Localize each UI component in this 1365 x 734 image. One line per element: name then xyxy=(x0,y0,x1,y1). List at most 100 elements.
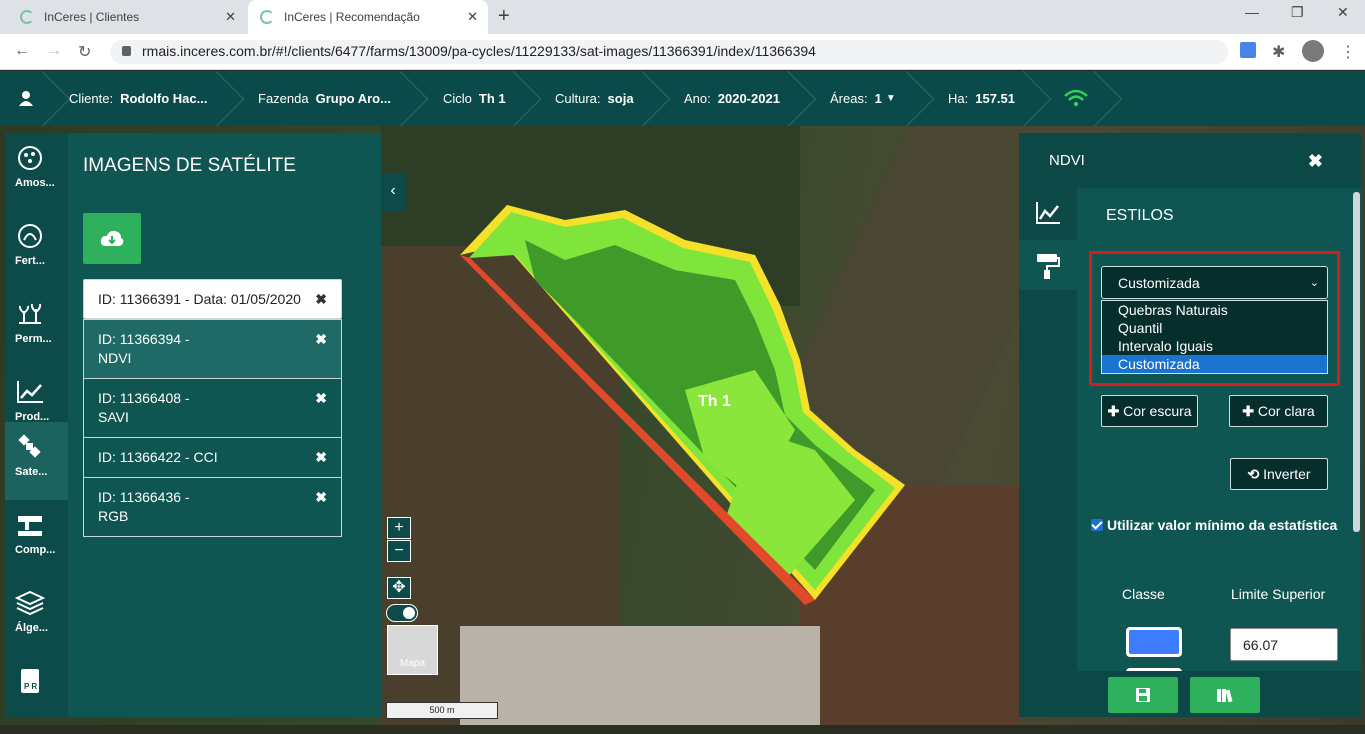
section-title: ESTILOS xyxy=(1106,207,1174,224)
image-row-label: ID: 11366408 - xyxy=(98,390,190,406)
option-quantil[interactable]: Quantil xyxy=(1102,319,1327,337)
option-customizada[interactable]: Customizada xyxy=(1102,355,1327,373)
fertility-icon xyxy=(18,224,42,248)
image-row-header[interactable]: ID: 11366391 - Data: 01/05/2020 ✖ xyxy=(83,279,342,319)
plants-icon xyxy=(18,303,42,324)
profile-avatar[interactable] xyxy=(1302,40,1324,62)
browser-menu-icon[interactable]: ⋮ xyxy=(1340,42,1356,62)
field-label: Th 1 xyxy=(698,393,731,410)
remove-icon[interactable]: ✖ xyxy=(315,389,327,408)
swatch-fill xyxy=(1129,630,1179,654)
map-scale-bar: 500 m xyxy=(386,702,498,719)
rail-item-amostragem[interactable]: Amos... xyxy=(5,133,68,211)
tab-statistics[interactable] xyxy=(1019,188,1077,238)
image-row-type: NDVI xyxy=(98,350,132,366)
invert-button[interactable]: ⟲ Inverter xyxy=(1230,458,1328,490)
image-row-cci[interactable]: ID: 11366422 - CCI ✖ xyxy=(83,437,342,478)
class-color-swatch[interactable] xyxy=(1126,627,1182,657)
panel-scrollbar[interactable] xyxy=(1353,192,1360,532)
library-button[interactable] xyxy=(1190,677,1260,713)
zoom-in-button[interactable]: + xyxy=(387,517,411,539)
save-floppy-icon xyxy=(1136,688,1150,702)
select-value: Customizada xyxy=(1118,275,1200,291)
reload-icon[interactable]: ↻ xyxy=(78,42,91,62)
rail-label: Comp... xyxy=(15,544,56,556)
ha-label: Ha: xyxy=(948,91,969,106)
remove-icon[interactable]: ✖ xyxy=(315,488,327,507)
rail-label: Fert... xyxy=(15,255,45,267)
module-rail: Amos... Fert... Perm... Prod... Sate... … xyxy=(5,133,68,717)
rail-item-pr[interactable]: P R xyxy=(5,656,68,734)
panel-header: NDVI ✖ xyxy=(1019,133,1361,188)
image-row-type: SAVI xyxy=(98,409,129,425)
panel-side-tabs xyxy=(1019,188,1077,678)
ano-label: Ano: xyxy=(684,91,711,106)
satellite-images-panel: IMAGENS DE SATÉLITE ID: 11366391 - Data:… xyxy=(68,133,381,717)
option-intervalo-iguais[interactable]: Intervalo Iguais xyxy=(1102,337,1327,355)
rail-item-permanentes[interactable]: Perm... xyxy=(5,289,68,367)
breadcrumb-separator xyxy=(13,70,71,128)
image-row-rgb[interactable]: ID: 11366436 - RGB ✖ xyxy=(83,477,342,537)
remove-icon[interactable]: ✖ xyxy=(315,290,327,309)
layer-toggle[interactable] xyxy=(386,604,418,622)
button-label: Inverter xyxy=(1263,466,1311,482)
remove-icon[interactable]: ✖ xyxy=(315,448,327,467)
breadcrumb-separator xyxy=(1065,70,1123,128)
save-button[interactable] xyxy=(1108,677,1178,713)
rail-item-satelite[interactable]: Sate... xyxy=(5,422,68,500)
option-quebras-naturais[interactable]: Quebras Naturais xyxy=(1102,301,1327,319)
translate-extension-icon[interactable] xyxy=(1240,42,1256,58)
panel-title: NDVI xyxy=(1049,152,1085,169)
rail-item-compactacao[interactable]: Comp... xyxy=(5,500,68,578)
basemap-switcher[interactable]: Mapa xyxy=(387,625,438,675)
paint-roller-icon xyxy=(1037,254,1060,279)
close-tab-icon[interactable]: ✕ xyxy=(467,9,478,25)
style-method-select[interactable]: Customizada ⌄ xyxy=(1101,266,1328,299)
chevron-down-icon: ⌄ xyxy=(1309,277,1319,289)
browser-tab-recomendacao[interactable]: InCeres | Recomendação ✕ xyxy=(248,0,488,34)
rail-item-algebra[interactable]: Álge... xyxy=(5,578,68,656)
close-window-button[interactable]: ✕ xyxy=(1337,4,1349,21)
button-label: Cor clara xyxy=(1257,403,1315,419)
fazenda-label: Fazenda xyxy=(258,91,309,106)
ndvi-field-overlay[interactable] xyxy=(455,200,915,610)
browser-tab-clientes[interactable]: InCeres | Clientes ✕ xyxy=(8,0,246,34)
checkbox-checked-icon[interactable] xyxy=(1091,519,1103,531)
books-icon xyxy=(1217,689,1233,703)
image-row-ndvi[interactable]: ID: 11366394 - NDVI ✖ xyxy=(83,319,342,379)
upper-limit-input[interactable]: 66.07 xyxy=(1230,628,1338,661)
restore-window-button[interactable]: ❐ xyxy=(1291,4,1304,21)
tab-styles[interactable] xyxy=(1019,240,1077,290)
back-icon[interactable]: ← xyxy=(14,42,30,60)
image-row-label: ID: 11366391 - Data: 01/05/2020 xyxy=(98,291,301,307)
line-chart-icon xyxy=(1036,202,1060,224)
pr-icon: P R xyxy=(21,669,39,693)
satellite-icon xyxy=(18,434,41,458)
min-value-checkbox[interactable]: Utilizar valor mínimo da estatística xyxy=(1091,515,1341,535)
collapse-panel-button[interactable]: ‹ xyxy=(381,173,405,211)
style-method-options: Quebras Naturais Quantil Intervalo Iguai… xyxy=(1101,300,1328,374)
forward-icon[interactable]: → xyxy=(46,42,62,60)
zoom-out-button[interactable]: − xyxy=(387,540,411,562)
map-light-field xyxy=(460,626,820,725)
browser-tab-strip: InCeres | Clientes ✕ InCeres | Recomenda… xyxy=(0,0,1365,34)
checkbox-label: Utilizar valor mínimo da estatística xyxy=(1107,517,1338,533)
extensions-icon[interactable]: ✱ xyxy=(1272,42,1285,62)
compaction-icon xyxy=(18,516,42,536)
pan-move-icon[interactable]: ✥ xyxy=(387,577,411,599)
column-header-classe: Classe xyxy=(1122,586,1165,602)
address-bar[interactable]: rmais.inceres.com.br/#!/clients/6477/far… xyxy=(110,40,1228,64)
image-row-label: ID: 11366422 - CCI xyxy=(98,449,218,465)
remove-icon[interactable]: ✖ xyxy=(315,330,327,349)
rail-label: Amos... xyxy=(15,177,55,189)
close-icon[interactable]: ✖ xyxy=(1308,151,1323,172)
light-color-button[interactable]: ✚ Cor clara xyxy=(1229,395,1328,427)
rail-item-fertilidade[interactable]: Fert... xyxy=(5,211,68,289)
image-row-savi[interactable]: ID: 11366408 - SAVI ✖ xyxy=(83,378,342,438)
minimize-window-button[interactable]: — xyxy=(1245,4,1259,20)
download-image-button[interactable] xyxy=(83,213,141,264)
dark-color-button[interactable]: ✚ Cor escura xyxy=(1101,395,1198,427)
url-text: rmais.inceres.com.br/#!/clients/6477/far… xyxy=(142,43,816,59)
new-tab-button[interactable]: + xyxy=(498,5,510,28)
close-tab-icon[interactable]: ✕ xyxy=(225,9,236,25)
